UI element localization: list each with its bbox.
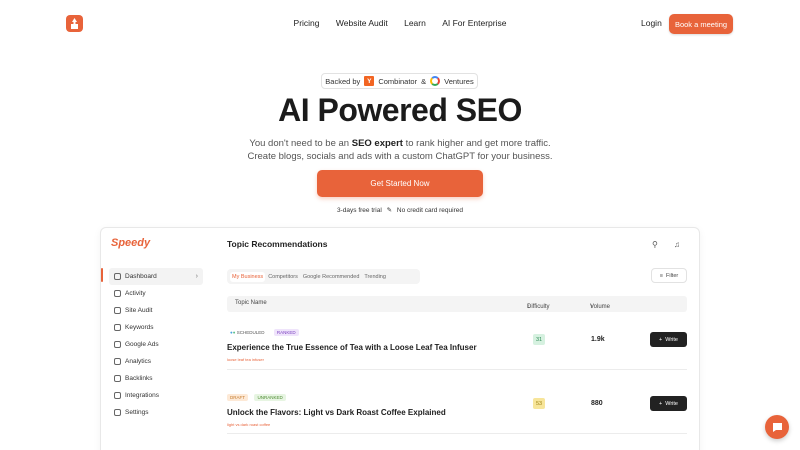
keywords-icon bbox=[114, 324, 121, 331]
sidebar-item-site-audit[interactable]: Site Audit bbox=[101, 302, 211, 319]
site-audit-icon bbox=[114, 307, 121, 314]
sidebar-item-keywords[interactable]: Keywords bbox=[101, 319, 211, 336]
column-topic-name[interactable]: Topic Name bbox=[235, 300, 267, 306]
ampersand: & bbox=[421, 76, 427, 86]
combinator-label: Combinator bbox=[378, 76, 418, 86]
write-button[interactable]: + Write bbox=[650, 396, 687, 411]
status-badge: ●● SCHEDULED bbox=[230, 330, 265, 335]
ventures-label: Ventures bbox=[444, 76, 474, 86]
row-divider bbox=[227, 433, 687, 434]
bell-icon[interactable]: ♫ bbox=[674, 240, 680, 249]
sidebar-item-activity[interactable]: Activity bbox=[101, 285, 211, 302]
page-title: Topic Recommendations bbox=[227, 239, 328, 249]
sidebar-item-label: Backlinks bbox=[125, 375, 153, 382]
sidebar-item-integrations[interactable]: Integrations bbox=[101, 387, 211, 404]
nav-link-pricing[interactable]: Pricing bbox=[294, 18, 320, 28]
sort-icon: ↕ bbox=[590, 304, 593, 310]
topic-keyword: light vs dark roast coffee bbox=[227, 422, 271, 427]
search-icon[interactable]: ⚲ bbox=[652, 240, 658, 249]
hero-title: AI Powered SEO bbox=[278, 92, 522, 128]
sidebar-item-google-ads[interactable]: Google Ads bbox=[101, 336, 211, 353]
sidebar-item-analytics[interactable]: Analytics bbox=[101, 353, 211, 370]
topic-keyword: loose leaf tea infuser bbox=[227, 357, 264, 362]
subtitle-text: You don't need to be an bbox=[249, 138, 352, 149]
tab-google-recommended[interactable]: Google Recommended bbox=[301, 272, 362, 282]
topic-title[interactable]: Experience the True Essence of Tea with … bbox=[227, 343, 687, 352]
subtitle-text: to rank higher and get more traffic. bbox=[402, 138, 551, 149]
backed-by-badge: Backed by Y Combinator & Ventures bbox=[321, 73, 478, 89]
sidebar-item-label: Activity bbox=[125, 290, 146, 297]
difficulty-label: Difficulty bbox=[527, 304, 550, 310]
analytics-icon bbox=[114, 358, 121, 365]
app-logo: Speedy bbox=[111, 237, 151, 249]
filter-icon: ≡ bbox=[659, 272, 663, 279]
chevron-right-icon: › bbox=[195, 273, 198, 280]
sidebar-item-backlinks[interactable]: Backlinks bbox=[101, 370, 211, 387]
tab-trending[interactable]: Trending bbox=[362, 272, 388, 282]
table-row[interactable]: DRAFT UNRANKED Unlock the Flavors: Light… bbox=[227, 386, 687, 427]
topic-tabs: My Business Competitors Google Recommend… bbox=[227, 269, 420, 284]
volume-value: 880 bbox=[591, 400, 603, 407]
status-badge: DRAFT bbox=[227, 394, 248, 401]
difficulty-badge: 53 bbox=[533, 398, 545, 409]
activity-icon bbox=[114, 290, 121, 297]
nav-link-ai-enterprise[interactable]: AI For Enterprise bbox=[442, 18, 506, 28]
scheduled-label: SCHEDULED bbox=[236, 330, 265, 335]
table-header: Topic Name Difficulty ↕ Volume ↕ bbox=[227, 296, 687, 312]
top-nav: Pricing Website Audit Learn AI For Enter… bbox=[0, 0, 800, 48]
row-divider bbox=[227, 369, 687, 370]
sidebar-item-label: Analytics bbox=[125, 358, 152, 365]
chat-widget-button[interactable] bbox=[765, 415, 789, 439]
trial-note: 3-days free trial ✎ No credit card requi… bbox=[0, 206, 800, 214]
backlinks-icon bbox=[114, 375, 121, 382]
hero-subtitle: You don't need to be an SEO expert to ra… bbox=[0, 137, 800, 163]
volume-label: Volume bbox=[590, 304, 611, 310]
google-ads-icon bbox=[114, 341, 121, 348]
login-link[interactable]: Login bbox=[641, 18, 662, 28]
dashboard-icon bbox=[114, 273, 121, 280]
integrations-icon bbox=[114, 392, 121, 399]
sidebar-item-label: Google Ads bbox=[125, 341, 159, 348]
trial-text: 3-days free trial bbox=[337, 207, 382, 214]
subtitle-emphasis: SEO expert bbox=[351, 138, 403, 149]
plus-icon: + bbox=[659, 400, 663, 407]
y-combinator-icon: Y bbox=[364, 76, 375, 86]
sidebar-item-label: Keywords bbox=[125, 324, 154, 331]
settings-icon bbox=[114, 409, 121, 416]
chat-icon bbox=[772, 422, 782, 432]
get-started-button[interactable]: Get Started Now bbox=[317, 170, 483, 197]
sidebar-item-label: Integrations bbox=[125, 392, 159, 399]
volume-value: 1.9k bbox=[591, 336, 605, 343]
sidebar-item-label: Site Audit bbox=[125, 307, 153, 314]
no-card-text: No credit card required bbox=[396, 207, 463, 214]
nav-link-website-audit[interactable]: Website Audit bbox=[336, 18, 388, 28]
subtitle-line-2: Create blogs, socials and ads with a cus… bbox=[247, 151, 553, 162]
google-icon bbox=[430, 76, 441, 86]
sidebar-item-dashboard[interactable]: Dashboard › bbox=[109, 268, 203, 285]
backed-by-label: Backed by bbox=[325, 76, 361, 86]
table-row[interactable]: ●● SCHEDULED RANKED Experience the True … bbox=[227, 321, 687, 362]
write-button[interactable]: + Write bbox=[650, 332, 687, 347]
app-preview: Speedy Dashboard › Activity Site Audit K… bbox=[100, 227, 700, 450]
rank-badge: UNRANKED bbox=[254, 394, 286, 401]
write-label: Write bbox=[665, 400, 678, 407]
book-meeting-button[interactable]: Book a meeting bbox=[669, 14, 733, 34]
nav-link-learn[interactable]: Learn bbox=[404, 18, 426, 28]
difficulty-badge: 31 bbox=[533, 334, 545, 345]
rank-badge: RANKED bbox=[273, 329, 299, 336]
tab-my-business[interactable]: My Business bbox=[230, 271, 266, 282]
sidebar-item-label: Dashboard bbox=[125, 273, 157, 280]
filter-button[interactable]: ≡ Filter bbox=[651, 268, 687, 283]
sidebar: Dashboard › Activity Site Audit Keywords… bbox=[101, 268, 211, 421]
sidebar-item-settings[interactable]: Settings bbox=[101, 404, 211, 421]
credit-card-icon: ✎ bbox=[386, 207, 393, 214]
filter-label: Filter bbox=[665, 272, 679, 279]
write-label: Write bbox=[665, 336, 678, 343]
plus-icon: + bbox=[659, 336, 663, 343]
topic-title[interactable]: Unlock the Flavors: Light vs Dark Roast … bbox=[227, 408, 687, 417]
sort-icon: ↕ bbox=[527, 304, 530, 310]
sidebar-item-label: Settings bbox=[125, 409, 149, 416]
tab-competitors[interactable]: Competitors bbox=[266, 272, 300, 282]
